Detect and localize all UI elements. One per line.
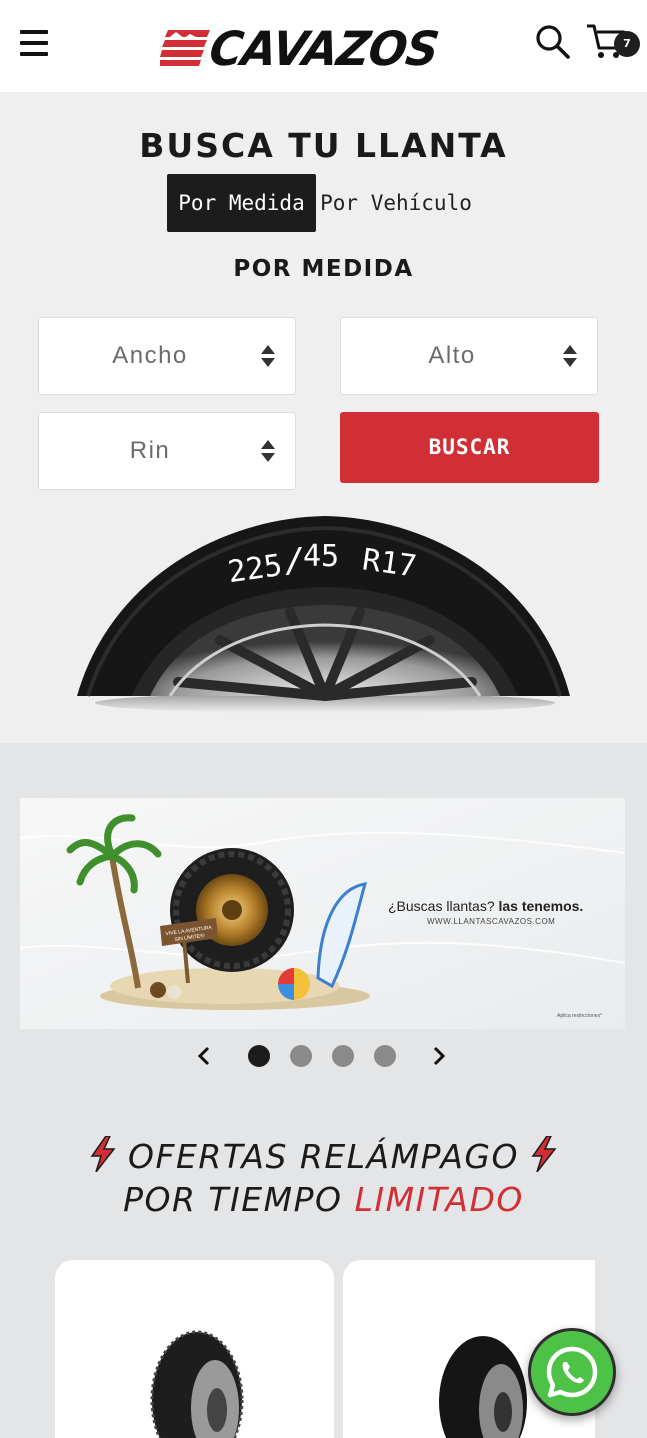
carousel-controls	[0, 1041, 647, 1071]
finder-subtitle: POR MEDIDA	[233, 256, 414, 282]
rin-select[interactable]: Rin	[38, 412, 296, 490]
banner-restrictions-note: Aplica restricciones*	[557, 1013, 603, 1019]
banner-headline: ¿Buscas llantas? las tenemos.	[388, 898, 583, 914]
finder-title: BUSCA TU LLANTA	[139, 126, 508, 165]
sort-updown-icon	[261, 345, 275, 367]
chevron-right-icon[interactable]	[426, 1043, 452, 1069]
offers-line-2: POR TIEMPO LIMITADO	[0, 1178, 647, 1221]
buscar-button[interactable]: BUSCAR	[340, 412, 599, 483]
tire-slash-text: /	[284, 541, 304, 581]
tab-por-vehiculo[interactable]: Por Vehículo	[318, 174, 474, 232]
tire-finder-section: BUSCA TU LLANTA Por Medida Por Vehículo …	[0, 92, 647, 743]
tire-product-image	[150, 1330, 244, 1438]
offers-line-1-text: OFERTAS RELÁMPAGO	[128, 1137, 519, 1176]
hamburger-menu-icon[interactable]	[20, 30, 49, 56]
alto-select[interactable]: Alto	[340, 317, 598, 395]
banner-url: WWW.LLANTASCAVAZOS.COM	[427, 917, 556, 926]
tire-rim-text: R17	[360, 542, 419, 584]
offers-line-1: OFERTAS RELÁMPAGO	[90, 1135, 557, 1178]
carousel-dot-3[interactable]	[332, 1045, 354, 1067]
carousel-dot-1[interactable]	[248, 1045, 270, 1067]
product-card[interactable]	[55, 1260, 334, 1438]
banner-headline-bold: las tenemos.	[498, 898, 584, 914]
menu-bar	[20, 30, 48, 34]
menu-bar	[20, 41, 48, 45]
ancho-select[interactable]: Ancho	[38, 317, 296, 395]
logo-mountain-icon	[160, 30, 210, 66]
cart-count-badge: 7	[614, 31, 640, 57]
flash-offers-heading: OFERTAS RELÁMPAGO POR TIEMPO LIMITADO	[0, 1135, 647, 1221]
sort-updown-icon	[261, 440, 275, 462]
rin-select-label: Rin	[129, 437, 171, 464]
sort-updown-icon	[563, 345, 577, 367]
carousel-dot-4[interactable]	[374, 1045, 396, 1067]
whatsapp-chat-button[interactable]	[528, 1328, 616, 1416]
logo-text: CAVAZOS	[206, 20, 442, 77]
alto-select-label: Alto	[428, 342, 476, 369]
banner-headline-regular: ¿Buscas llantas?	[388, 898, 499, 914]
carousel-dot-2[interactable]	[290, 1045, 312, 1067]
cavazos-logo[interactable]: CAVAZOS	[160, 21, 486, 76]
lightning-bolt-icon	[90, 1136, 116, 1172]
menu-bar	[20, 52, 48, 56]
tire-width-text: 225	[226, 548, 285, 590]
tab-por-medida[interactable]: Por Medida	[167, 174, 316, 232]
offers-line-2-red: LIMITADO	[354, 1180, 524, 1219]
chevron-left-icon[interactable]	[191, 1043, 217, 1069]
promo-banner[interactable]: VIVE LA AVENTURA SIN LÍMITES! ¿Buscas ll…	[20, 798, 625, 1029]
site-header: CAVAZOS 7	[0, 0, 647, 92]
whatsapp-icon	[546, 1346, 598, 1398]
lightning-bolt-icon	[531, 1136, 557, 1172]
ancho-select-label: Ancho	[112, 342, 188, 369]
search-icon[interactable]	[535, 24, 571, 60]
tire-ratio-text: 45	[303, 539, 339, 574]
offers-line-2-black: POR TIEMPO	[123, 1180, 355, 1219]
tire-size-illustration: 225 / 45 R17	[77, 516, 570, 713]
tire-product-image	[439, 1336, 527, 1438]
